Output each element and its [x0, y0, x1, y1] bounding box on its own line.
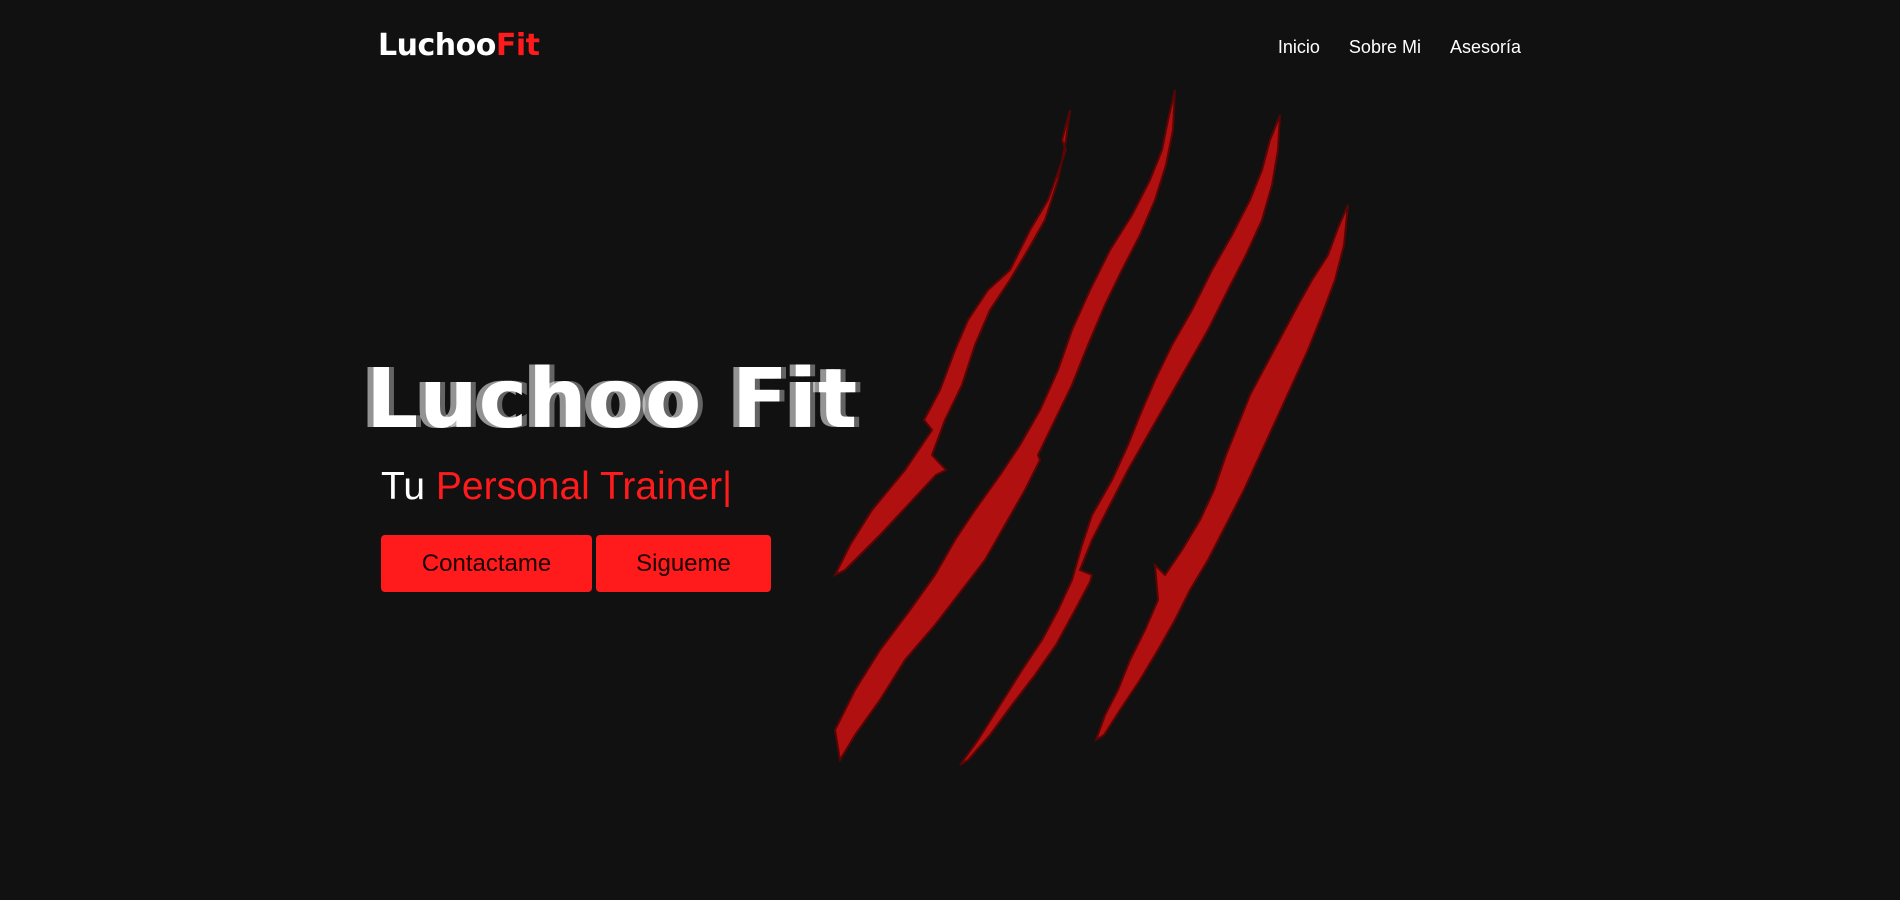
claw-scratch-1: [832, 109, 1071, 578]
claw-scratch-2: [833, 89, 1176, 763]
tagline-prefix: Tu: [381, 465, 426, 508]
contact-button[interactable]: Contactame: [381, 535, 592, 592]
hero-tagline: Tu Personal Trainer|: [381, 462, 732, 512]
hero-title: Luchoo Fit: [366, 352, 859, 447]
hero-buttons: Contactame Sigueme: [381, 535, 771, 592]
follow-button[interactable]: Sigueme: [596, 535, 771, 592]
claw-marks-graphic: [832, 89, 1349, 766]
tagline-role: Personal Trainer|: [435, 465, 733, 508]
